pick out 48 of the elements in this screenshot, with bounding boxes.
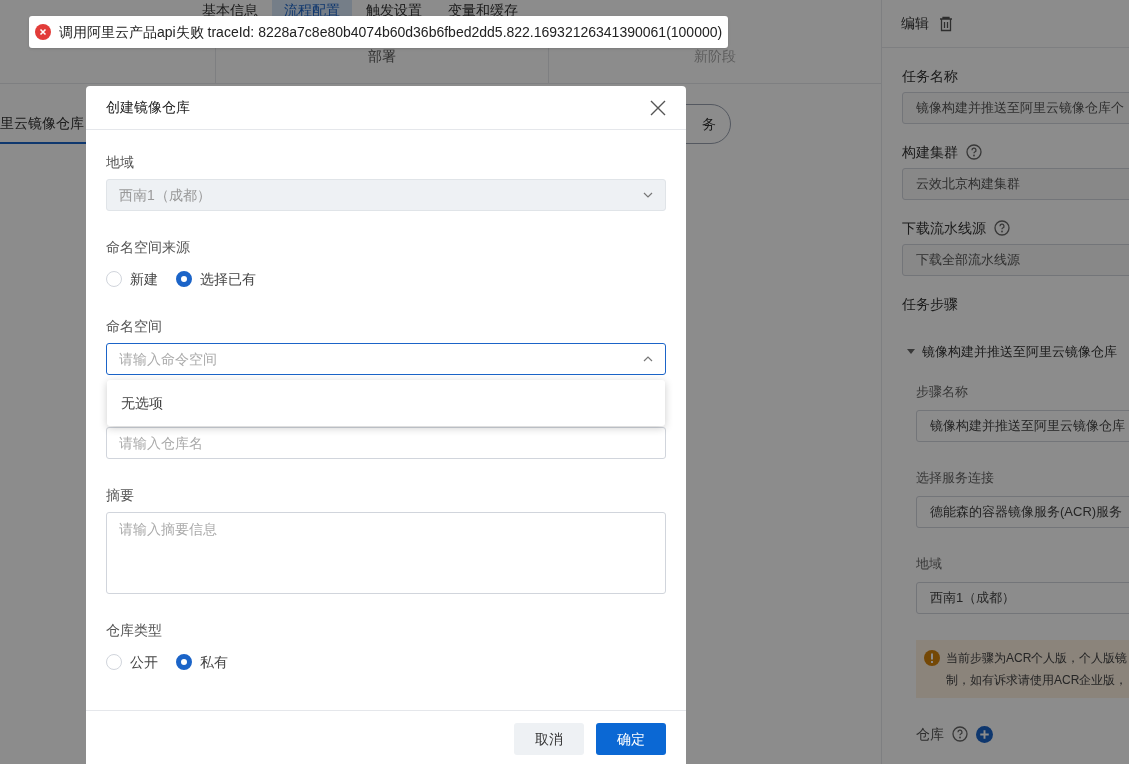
text-field[interactable]: 下载全部流水线源 — [902, 244, 1129, 276]
dialog-button[interactable]: 取消 — [514, 723, 584, 755]
field-label: 仓库类型 — [106, 622, 162, 638]
text-field[interactable]: 西南1（成都） — [916, 581, 1129, 614]
radio-label[interactable]: 私有 — [200, 651, 228, 673]
help-icon[interactable] — [994, 220, 1010, 236]
radio-label[interactable]: 选择已有 — [200, 268, 256, 290]
text-field[interactable]: 镜像构建并推送至阿里云镜像仓库 — [916, 409, 1129, 442]
help-icon[interactable] — [952, 726, 968, 742]
close-icon[interactable] — [650, 99, 666, 116]
field-label: 命名空间 — [106, 318, 162, 334]
field-label: 步骤名称 — [916, 382, 968, 401]
radio-label[interactable]: 新建 — [130, 268, 158, 290]
error-message: 调用阿里云产品api失败 traceId: 8228a7c8e80b4074b60d36b6fbed2dd5.822.16932126341390061(100000) — [59, 22, 723, 42]
dialog-title: 创建镜像仓库 — [106, 98, 190, 117]
warning-text: 制，如有诉求请使用ACR企业版， — [946, 671, 1128, 689]
field-label: 仓库 — [916, 724, 944, 744]
section-title: 任务步骤 — [902, 295, 958, 314]
empty-option: 无选项 — [121, 392, 163, 414]
field-label: 任务名称 — [902, 66, 958, 86]
tab[interactable]: 触发设置 — [354, 0, 434, 18]
help-icon[interactable] — [966, 144, 982, 160]
radio-label[interactable]: 公开 — [130, 651, 158, 673]
radio-button[interactable] — [176, 271, 192, 287]
text-field[interactable]: 镜像构建并推送至阿里云镜像仓库个 — [902, 92, 1129, 124]
panel-title: 编辑 — [901, 14, 929, 33]
text-field[interactable]: 请输入仓库名 — [106, 427, 666, 459]
field-label: 地域 — [106, 154, 134, 170]
step-title[interactable]: 镜像构建并推送至阿里云镜像仓库 — [922, 342, 1117, 362]
radio-button[interactable] — [176, 654, 192, 670]
text-field[interactable]: 云效北京构建集群 — [902, 168, 1129, 200]
field-label: 摘要 — [106, 487, 134, 503]
field-label: 命名空间来源 — [106, 239, 190, 255]
field-label: 地域 — [916, 554, 942, 573]
field-label: 构建集群 — [902, 142, 958, 162]
text-area[interactable]: 请输入摘要信息 — [106, 512, 666, 594]
stage-title: 部署 — [368, 47, 396, 66]
error-icon — [35, 24, 51, 40]
chevron-icon — [643, 192, 653, 198]
warning-text: 当前步骤为ACR个人版，个人版镜 — [946, 649, 1128, 667]
trash-icon[interactable] — [939, 15, 953, 32]
add-icon[interactable] — [976, 725, 993, 743]
dialog-button[interactable]: 确定 — [596, 723, 666, 755]
warning-icon — [924, 649, 940, 666]
field-label: 选择服务连接 — [916, 468, 994, 487]
chevron-icon — [643, 356, 653, 362]
text-field[interactable]: 德能森的容器镜像服务(ACR)服务 — [916, 495, 1129, 528]
field-label: 下载流水线源 — [902, 218, 986, 238]
